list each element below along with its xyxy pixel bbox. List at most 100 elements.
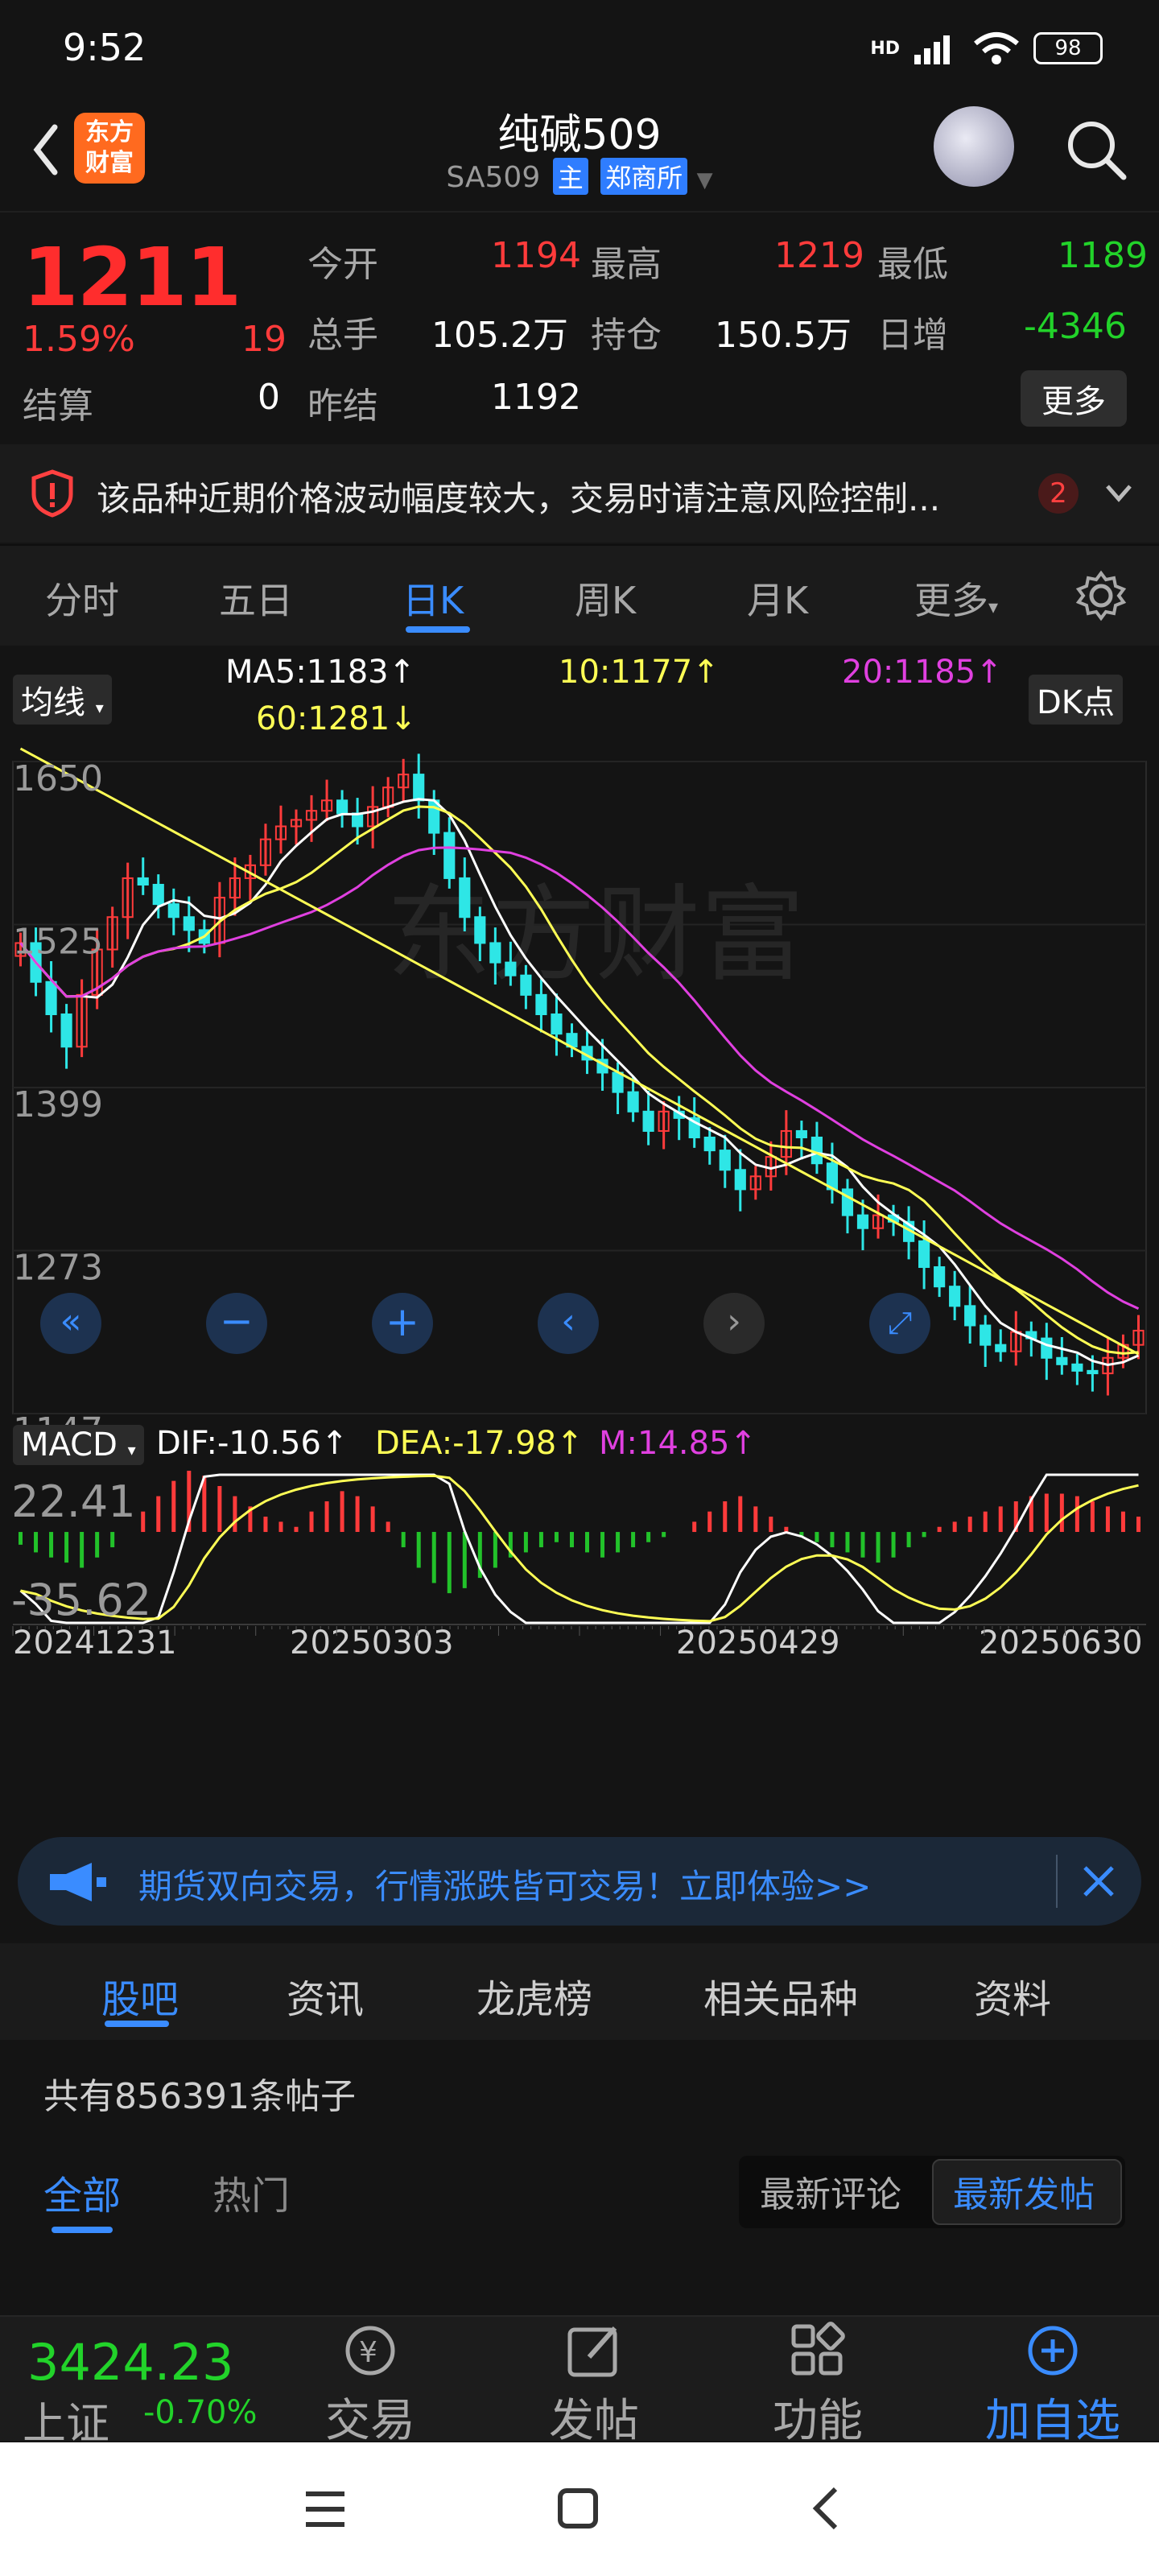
candle-body xyxy=(1041,1337,1053,1359)
filter-all[interactable]: 全部 xyxy=(43,2164,121,2220)
candle-body xyxy=(551,1013,563,1035)
y-tick-label: 1399 xyxy=(13,1084,103,1125)
nav-add-watchlist[interactable]: 加自选 xyxy=(980,2322,1125,2450)
candle-body xyxy=(841,1188,854,1216)
candle-body xyxy=(336,799,349,815)
fullscreen-button[interactable]: ⤢ xyxy=(869,1293,930,1354)
y-tick-label: 1273 xyxy=(13,1248,103,1289)
svg-text:¥: ¥ xyxy=(359,2336,377,2369)
candle-body xyxy=(719,1150,731,1171)
m-label: M:14.85↑ xyxy=(599,1425,757,1462)
tab-info[interactable]: 资料 xyxy=(974,1967,1051,2024)
nav-trade[interactable]: ¥ 交易 xyxy=(306,2322,435,2450)
sort-latest-comment[interactable]: 最新评论 xyxy=(760,2165,901,2217)
gear-icon[interactable] xyxy=(1075,570,1127,621)
macd-selector-label: MACD xyxy=(21,1426,118,1463)
wifi-icon xyxy=(974,32,1019,64)
active-subtab-indicator xyxy=(105,2021,169,2027)
candlestick-chart[interactable]: 东方财富 16501525139912731147 22.41-35.62 20… xyxy=(0,745,1159,1663)
period-tabs: 分时 五日 日K 周K 月K 更多▾ xyxy=(0,544,1159,646)
candle-body xyxy=(183,916,195,931)
promo-banner[interactable]: 期货双向交易，行情涨跌皆可交易！立即体验>> xyxy=(18,1837,1141,1926)
dk-point-button[interactable]: DK点 xyxy=(1029,675,1124,724)
search-icon[interactable] xyxy=(1064,118,1128,182)
post-filters: 全部 热门 最新评论 最新发帖 xyxy=(0,2133,1159,2262)
last-price: 1211 xyxy=(23,230,241,324)
candle-body xyxy=(1087,1369,1099,1375)
nav-function[interactable]: 功能 xyxy=(753,2322,882,2450)
tab-news[interactable]: 资讯 xyxy=(287,1967,364,2024)
tab-more-label: 更多 xyxy=(914,579,988,622)
tab-timeshare[interactable]: 分时 xyxy=(45,572,119,625)
high-value: 1219 xyxy=(774,235,864,276)
nav-trade-label: 交易 xyxy=(325,2395,415,2447)
change-percent: 1.59% xyxy=(23,319,135,360)
more-button[interactable]: 更多 xyxy=(1021,370,1127,427)
tab-weekly-k[interactable]: 周K xyxy=(575,572,636,625)
x-tick-label: 20250429 xyxy=(676,1624,840,1662)
tab-guba[interactable]: 股吧 xyxy=(101,1967,179,2024)
divider xyxy=(1056,1855,1058,1908)
x-tick-label: 20241231 xyxy=(13,1624,177,1662)
prev-settle-value: 1192 xyxy=(491,377,581,418)
prev-settle-label: 昨结 xyxy=(307,386,378,427)
nav-post[interactable]: 发帖 xyxy=(530,2322,658,2450)
tab-daily-k[interactable]: 日K xyxy=(402,572,464,625)
assistant-robot-icon[interactable] xyxy=(934,106,1014,187)
tab-five-day[interactable]: 五日 xyxy=(219,572,293,625)
candle-body xyxy=(703,1136,716,1152)
battery-icon: 98 xyxy=(1033,32,1103,64)
filter-indicator xyxy=(52,2227,113,2233)
sort-latest-post[interactable]: 最新发帖 xyxy=(953,2165,1095,2217)
candle-body xyxy=(443,832,456,879)
tab-related[interactable]: 相关品种 xyxy=(703,1967,858,2024)
warning-text: 该品种近期价格波动幅度较大，交易时请注意风险控制... xyxy=(97,479,941,518)
candle-body xyxy=(45,980,57,1016)
posts-count-row: 共有856391条帖子 xyxy=(0,2045,1159,2133)
dropdown-icon[interactable]: ▼ xyxy=(697,168,713,192)
macd-selector[interactable]: MACD ▾ xyxy=(13,1425,144,1465)
close-icon[interactable] xyxy=(1079,1861,1119,1901)
back-icon[interactable] xyxy=(808,2484,843,2533)
candle-body xyxy=(980,1324,992,1346)
edit-icon xyxy=(567,2326,617,2377)
open-label: 今开 xyxy=(307,244,378,285)
home-icon[interactable] xyxy=(555,2486,600,2531)
y-tick-label: 1525 xyxy=(13,922,103,963)
tab-lhb[interactable]: 龙虎榜 xyxy=(476,1967,592,2024)
candle-body xyxy=(1056,1356,1068,1365)
candle-body xyxy=(520,974,532,996)
candle-body xyxy=(964,1305,976,1327)
nav-add-label: 加自选 xyxy=(985,2395,1120,2447)
ma10-label: 10:1177↑ xyxy=(559,654,720,691)
y-tick-label: 1650 xyxy=(13,758,103,799)
volume-label: 总手 xyxy=(307,315,378,356)
chevron-down-icon[interactable] xyxy=(1103,480,1135,507)
grid-icon xyxy=(791,2322,845,2376)
open-value: 1194 xyxy=(491,235,581,276)
tab-more[interactable]: 更多▾ xyxy=(914,572,998,625)
kline-chart-area[interactable]: 均线 ▾ MA5:1183↑ 10:1177↑ 20:1185↑ 60:1281… xyxy=(0,649,1159,1821)
menu-icon[interactable] xyxy=(301,2487,349,2531)
zoom-out-button[interactable]: − xyxy=(206,1293,267,1354)
candle-body xyxy=(489,942,501,964)
index-value[interactable]: 3424.23 xyxy=(27,2333,233,2392)
candle-body xyxy=(152,883,164,906)
dea-label: DEA:-17.98↑ xyxy=(375,1425,584,1462)
tab-monthly-k[interactable]: 月K xyxy=(747,572,808,625)
ma-selector[interactable]: 均线 ▾ xyxy=(13,675,112,724)
candle-body xyxy=(1071,1363,1083,1372)
x-tick-label: 20250630 xyxy=(979,1624,1143,1662)
index-change: -0.70% xyxy=(143,2394,258,2431)
filter-hot[interactable]: 热门 xyxy=(212,2164,290,2220)
move-left-button[interactable]: ‹ xyxy=(538,1293,599,1354)
risk-warning-bar[interactable]: 该品种近期价格波动幅度较大，交易时请注意风险控制... 2 xyxy=(0,444,1159,543)
promo-text: 期货双向交易，行情涨跌皆可交易！立即体验>> xyxy=(138,1867,872,1906)
scroll-start-button[interactable]: « xyxy=(40,1293,101,1354)
move-right-button[interactable]: › xyxy=(703,1293,765,1354)
watermark: 东方财富 xyxy=(386,873,805,996)
add-circle-icon xyxy=(1028,2326,1078,2376)
zoom-in-button[interactable]: + xyxy=(372,1293,433,1354)
quote-panel: 1211 1.59% 19 结算 0 今开 1194 最高 1219 最低 11… xyxy=(0,211,1159,444)
signal-icon xyxy=(914,35,950,64)
